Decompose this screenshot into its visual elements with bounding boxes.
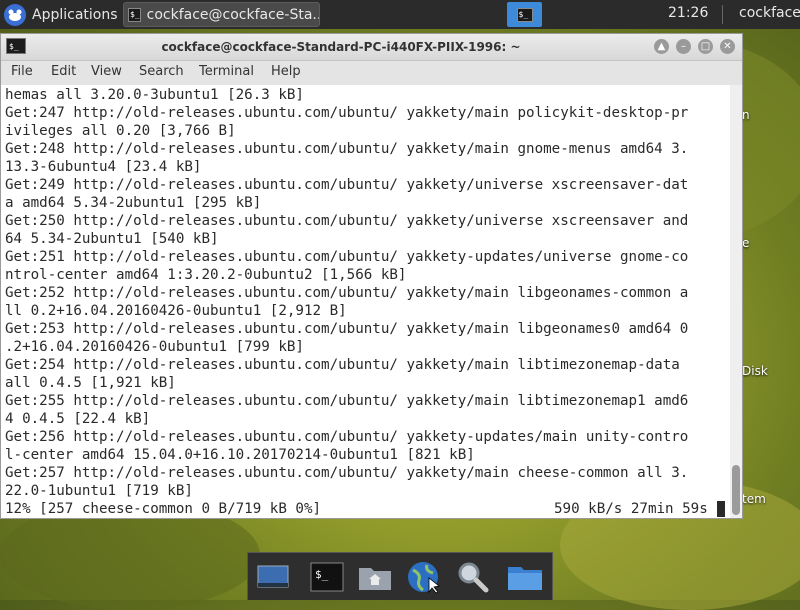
- terminal-line: ll 0.2+16.04.20160426-0ubuntu1 [2,912 B]: [5, 303, 347, 319]
- terminal-line: 13.3-6ubuntu4 [23.4 kB]: [5, 159, 202, 175]
- terminal-line: l-center amd64 15.04.0+16.10.20170214-0u…: [5, 447, 475, 463]
- desktop-icon-label[interactable]: Disk: [742, 364, 768, 378]
- menu-file[interactable]: File: [11, 64, 33, 79]
- terminal-line: a amd64 5.34-2ubuntu1 [295 kB]: [5, 195, 262, 211]
- terminal-line: 4 0.4.5 [22.4 kB]: [5, 411, 151, 427]
- terminal-line: Get:256 http://old-releases.ubuntu.com/u…: [5, 429, 689, 445]
- apt-progress-status: 12% [257 cheese-common 0 B/719 kB 0%]: [5, 501, 322, 517]
- files-icon[interactable]: [506, 559, 544, 595]
- minimize-button[interactable]: –: [676, 39, 691, 54]
- scrollbar[interactable]: [730, 85, 742, 518]
- terminal-cursor: [717, 501, 725, 517]
- shade-button[interactable]: ▲: [654, 39, 669, 54]
- user-menu[interactable]: cockface: [739, 5, 800, 21]
- terminal-line: Get:255 http://old-releases.ubuntu.com/u…: [5, 393, 689, 409]
- terminal-line: all 0.4.5 [1,921 kB]: [5, 375, 176, 391]
- terminal-lines: hemas all 3.20.0-3ubuntu1 [26.3 kB] Get:2…: [5, 86, 688, 500]
- clock[interactable]: 21:26: [668, 5, 708, 21]
- terminal-line: Get:250 http://old-releases.ubuntu.com/u…: [5, 213, 689, 229]
- terminal-line: .2+16.04.20160426-0ubuntu1 [799 kB]: [5, 339, 304, 355]
- terminal-line: Get:247 http://old-releases.ubuntu.com/u…: [5, 105, 689, 121]
- scrollbar-thumb[interactable]: [732, 465, 740, 515]
- web-browser-icon[interactable]: [404, 559, 442, 595]
- xfce-mouse-icon: [4, 3, 26, 26]
- terminal-line: Get:251 http://old-releases.ubuntu.com/u…: [5, 249, 689, 265]
- window-title: cockface@cockface-Standard-PC-i440FX-PII…: [161, 40, 521, 54]
- terminal-line: Get:252 http://old-releases.ubuntu.com/u…: [5, 285, 689, 301]
- menu-help[interactable]: Help: [271, 64, 301, 79]
- terminal-line: ivileges all 0.20 [3,766 B]: [5, 123, 236, 139]
- taskbar-terminal-button[interactable]: $_ cockface@cockface-Sta...: [123, 2, 320, 27]
- show-desktop-icon[interactable]: [254, 559, 292, 595]
- menu-view[interactable]: View: [91, 64, 122, 79]
- terminal-icon: $_: [516, 7, 533, 22]
- svg-text:$_: $_: [315, 568, 329, 581]
- apt-download-rate: 590 kB/s 27min 59s: [554, 501, 708, 517]
- terminal-line: ntrol-center amd64 1:3.20.2-0ubuntu2 [1,…: [5, 267, 407, 283]
- terminal-icon[interactable]: $_: [308, 559, 346, 595]
- terminal-icon: $_: [128, 7, 141, 22]
- desktop-icon-label[interactable]: n: [742, 108, 750, 122]
- desktop-icon-label[interactable]: e: [742, 236, 749, 250]
- terminal-line: Get:249 http://old-releases.ubuntu.com/u…: [5, 177, 689, 193]
- terminal-line: Get:248 http://old-releases.ubuntu.com/u…: [5, 141, 689, 157]
- menu-bar: File Edit View Search Terminal Help: [1, 61, 742, 85]
- search-icon[interactable]: [454, 559, 492, 595]
- terminal-line: hemas all 3.20.0-3ubuntu1 [26.3 kB]: [5, 87, 304, 103]
- maximize-button[interactable]: □: [698, 39, 713, 54]
- close-button[interactable]: ✕: [720, 39, 735, 54]
- panel-separator: [722, 5, 723, 24]
- menu-search[interactable]: Search: [139, 64, 184, 79]
- top-panel: Applications $_ cockface@cockface-Sta...…: [0, 0, 800, 29]
- terminal-line: 22.0-1ubuntu1 [719 kB]: [5, 483, 193, 499]
- applications-label: Applications: [32, 6, 118, 23]
- taskbar-window-title: cockface@cockface-Sta...: [146, 6, 320, 23]
- menu-edit[interactable]: Edit: [51, 64, 76, 79]
- workspace-switcher[interactable]: $_: [507, 2, 542, 27]
- applications-menu[interactable]: Applications: [4, 3, 124, 26]
- menu-terminal[interactable]: Terminal: [199, 64, 254, 79]
- terminal-output[interactable]: hemas all 3.20.0-3ubuntu1 [26.3 kB] Get:2…: [1, 85, 730, 518]
- terminal-window: $_ cockface@cockface-Standard-PC-i440FX-…: [0, 33, 743, 519]
- terminal-line: Get:257 http://old-releases.ubuntu.com/u…: [5, 465, 689, 481]
- dock: $_: [247, 552, 553, 600]
- terminal-line: Get:253 http://old-releases.ubuntu.com/u…: [5, 321, 689, 337]
- desktop-icon-label[interactable]: tem: [742, 492, 766, 506]
- terminal-line: Get:254 http://old-releases.ubuntu.com/u…: [5, 357, 680, 373]
- home-folder-icon[interactable]: [356, 559, 394, 595]
- terminal-line: 64 5.34-2ubuntu1 [540 kB]: [5, 231, 219, 247]
- title-bar[interactable]: $_ cockface@cockface-Standard-PC-i440FX-…: [1, 34, 742, 61]
